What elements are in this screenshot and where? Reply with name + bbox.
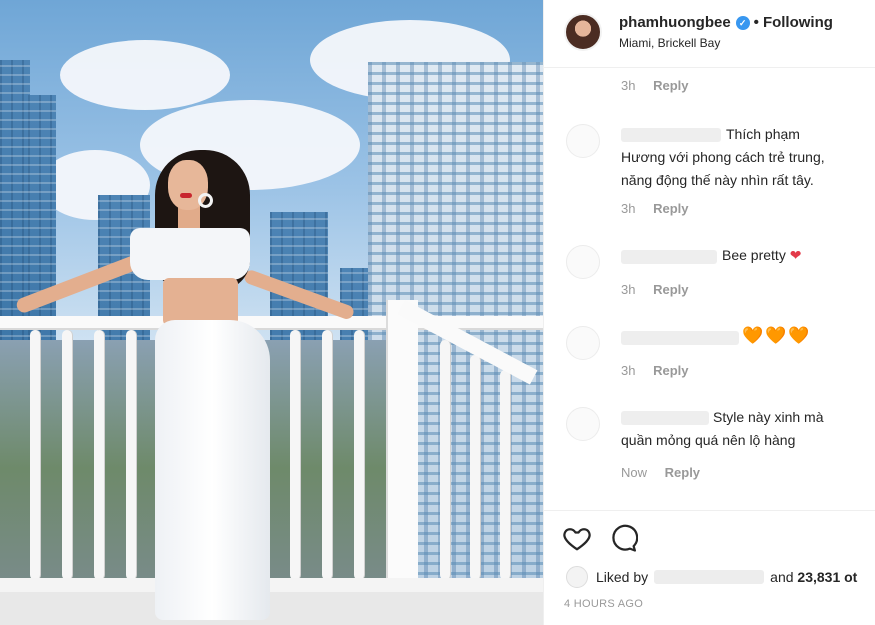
balcony-railing — [0, 316, 543, 330]
liked-by-label: Liked by — [596, 569, 649, 585]
comment-meta: 3h Reply — [621, 201, 703, 216]
reply-button[interactable]: Reply — [665, 465, 700, 480]
comment-time: 3h — [621, 201, 636, 216]
heart-emoji: ❤ — [789, 247, 802, 263]
post-actions: Liked by and 23,831 ot 4 HOURS AGO — [544, 510, 875, 625]
comment-meta: 3h Reply — [621, 282, 703, 297]
rail-bar — [94, 330, 104, 580]
reply-button[interactable]: Reply — [653, 282, 688, 297]
comment-time: 3h — [621, 282, 636, 297]
reply-button[interactable]: Reply — [653, 201, 688, 216]
rail-bar — [62, 330, 72, 580]
comment-text: Style này xinh mà quần mỏng quá nên lộ h… — [621, 409, 824, 448]
comment-bubble-icon[interactable] — [608, 523, 638, 553]
likes-and-label: and — [770, 569, 794, 585]
woman-midriff — [163, 278, 238, 326]
comment-text-row: Bee pretty ❤ — [722, 244, 801, 267]
likes-count[interactable]: 23,831 ot — [797, 569, 857, 585]
rail-bar — [322, 330, 332, 580]
rail-bar — [126, 330, 136, 580]
comment-time: Now — [621, 465, 648, 480]
reply-button[interactable]: Reply — [653, 78, 688, 93]
railing-base — [0, 578, 543, 592]
rail-bar — [290, 330, 300, 580]
location-link[interactable]: Miami, Brickell Bay — [619, 36, 720, 50]
rail-bar — [470, 355, 480, 580]
post-photo[interactable] — [0, 0, 543, 625]
commenter-avatar[interactable] — [566, 245, 600, 279]
comment-meta: Now Reply — [621, 465, 714, 480]
white-pants — [155, 320, 270, 620]
rail-bar — [440, 340, 450, 580]
user-line: phamhuongbee ✓ • Following — [619, 14, 833, 31]
rail-bar — [500, 370, 510, 580]
separator-dot: • — [753, 14, 759, 31]
comment-time: 3h — [621, 363, 636, 378]
commenter-avatar[interactable] — [566, 124, 600, 158]
rail-bar — [354, 330, 364, 580]
profile-avatar[interactable] — [564, 13, 602, 51]
comments-list[interactable]: 3h Reply Thích phạm Hương với phong cách… — [544, 68, 875, 510]
balcony-floor — [0, 592, 543, 625]
heart-outline-icon[interactable] — [562, 523, 592, 553]
woman-lips — [180, 193, 192, 198]
username-link[interactable]: phamhuongbee — [619, 14, 731, 31]
comment-text: Bee pretty — [722, 247, 786, 263]
comment-time: 3h — [621, 78, 636, 93]
comment-meta: 3h Reply — [621, 78, 703, 93]
post-timestamp: 4 HOURS AGO — [564, 598, 644, 610]
likes-summary[interactable]: Liked by and 23,831 ot — [566, 566, 857, 588]
white-top — [130, 228, 250, 280]
comment-meta: 3h Reply — [621, 363, 703, 378]
post-side-panel: phamhuongbee ✓ • Following Miami, Bricke… — [543, 0, 875, 625]
verified-badge-icon: ✓ — [735, 15, 750, 30]
orange-hearts-emoji: 🧡🧡🧡 — [742, 326, 812, 345]
reply-button[interactable]: Reply — [653, 363, 688, 378]
railing-post — [388, 300, 418, 625]
liker-avatar[interactable] — [566, 566, 588, 588]
commenter-username[interactable] — [621, 331, 739, 345]
earring — [198, 193, 213, 208]
post-header: phamhuongbee ✓ • Following Miami, Bricke… — [544, 0, 875, 68]
rail-bar — [30, 330, 40, 580]
commenter-avatar[interactable] — [566, 326, 600, 360]
cloud — [60, 40, 230, 110]
liker-username[interactable] — [654, 570, 765, 584]
commenter-username[interactable] — [621, 250, 717, 264]
comment-text: Thích phạm Hương với phong cách trẻ trun… — [621, 126, 825, 188]
commenter-avatar[interactable] — [566, 407, 600, 441]
following-button[interactable]: Following — [763, 14, 833, 31]
